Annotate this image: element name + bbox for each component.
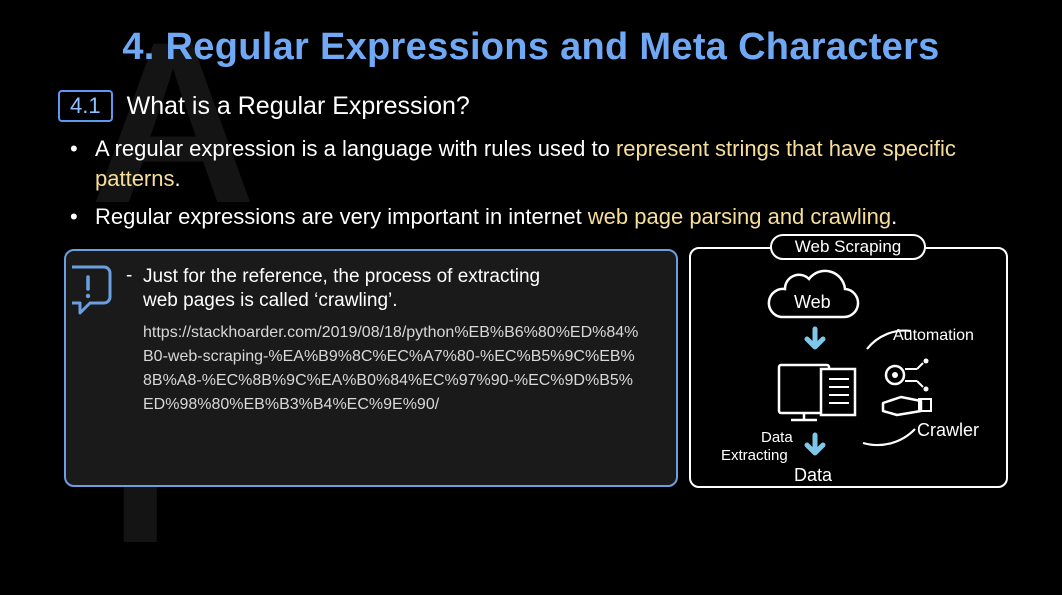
extract-label-2: Extracting — [721, 447, 788, 464]
bullet-item: A regular expression is a language with … — [70, 134, 1030, 194]
speech-bubble-exclamation-icon — [72, 265, 112, 315]
extract-label-1: Data — [761, 429, 793, 446]
data-label: Data — [794, 465, 833, 485]
cloud-label: Web — [794, 292, 831, 312]
reference-note-box: - Just for the reference, the process of… — [64, 249, 678, 487]
bullet-item: Regular expressions are very important i… — [70, 202, 1030, 232]
crawler-label: Crawler — [917, 420, 980, 440]
bullet-text: A regular expression is a language with … — [95, 136, 616, 161]
section-title: What is a Regular Expression? — [126, 91, 470, 120]
note-line-1: Just for the reference, the process of e… — [143, 266, 541, 287]
web-scraping-tag: Web Scraping — [770, 234, 926, 260]
arrow-down-icon — [804, 326, 826, 350]
bullet-list: A regular expression is a language with … — [70, 134, 1030, 240]
arrow-down-icon — [804, 432, 826, 456]
bullet-highlight: web page parsing and crawling — [587, 204, 892, 229]
bullet-text: . — [174, 166, 181, 191]
note-text: Just for the reference, the process of e… — [143, 265, 663, 313]
section-number: 4.1 — [58, 90, 113, 122]
section-header: 4.1 What is a Regular Expression? — [58, 90, 470, 122]
hand-icon — [881, 395, 923, 417]
web-scraping-diagram: Web Automation Crawler Data Extracting D… — [689, 247, 1008, 488]
page-title: 4. Regular Expressions and Meta Characte… — [122, 26, 940, 68]
note-dash: - — [126, 265, 133, 286]
bullet-text: Regular expressions are very important i… — [95, 204, 588, 229]
automation-label: Automation — [893, 327, 974, 344]
note-line-2: web pages is called ‘crawling’. — [143, 290, 398, 311]
cycle-arrow — [862, 428, 916, 447]
reference-url[interactable]: https://stackhoarder.com/2019/08/18/pyth… — [143, 321, 643, 417]
document-icon — [819, 367, 857, 417]
bullet-text: . — [891, 204, 898, 229]
